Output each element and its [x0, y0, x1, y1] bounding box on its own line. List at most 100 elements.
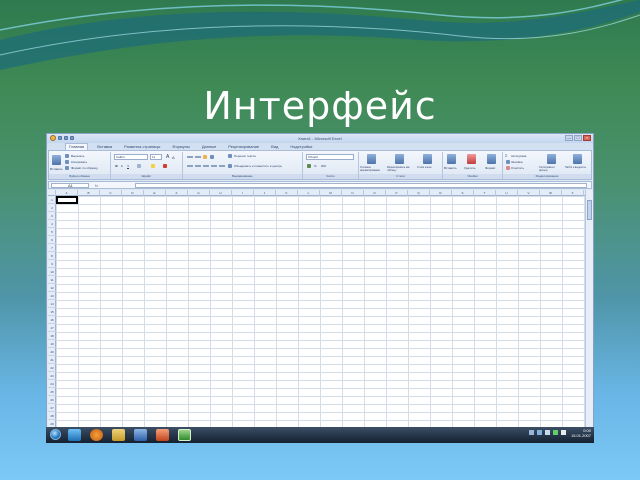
row-header[interactable]: 19 [48, 340, 56, 348]
network-icon[interactable] [537, 430, 542, 435]
cut-button[interactable]: Вырезать [71, 154, 84, 158]
explorer-icon[interactable] [112, 429, 125, 441]
row-header[interactable]: 5 [48, 228, 56, 236]
conditional-formatting-icon[interactable] [367, 154, 376, 164]
insert-cells-button[interactable]: Вставить [444, 166, 457, 170]
format-as-table-button[interactable]: Форматировать как таблицу [387, 166, 413, 172]
row-header[interactable]: 25 [48, 388, 56, 396]
autosum-button[interactable]: Автосумма [511, 154, 526, 158]
align-left-icon[interactable] [187, 165, 193, 167]
number-format-select[interactable]: Общий [306, 154, 354, 160]
row-header[interactable]: 16 [48, 316, 56, 324]
powerpoint-icon[interactable] [156, 429, 169, 441]
active-cell[interactable] [56, 196, 78, 204]
merge-center-button[interactable]: Объединить и поместить в центре [234, 164, 282, 168]
language-icon[interactable] [561, 430, 566, 435]
wrap-text-icon[interactable] [228, 154, 232, 158]
tab-review[interactable]: Рецензирование [225, 143, 262, 150]
percent-button[interactable]: % [314, 164, 317, 168]
maximize-button[interactable]: □ [574, 135, 582, 141]
increase-indent-icon[interactable] [219, 165, 225, 167]
decrease-indent-icon[interactable] [211, 165, 217, 167]
formula-input[interactable] [135, 183, 587, 188]
insert-cells-icon[interactable] [447, 154, 456, 164]
tab-page-layout[interactable]: Разметка страницы [121, 143, 163, 150]
row-header[interactable]: 14 [48, 300, 56, 308]
copy-button[interactable]: Копировать [71, 160, 87, 164]
fill-button[interactable]: Заливка [511, 160, 523, 164]
row-header[interactable]: 17 [48, 324, 56, 332]
tray-arrow-icon[interactable] [529, 430, 534, 435]
align-center-icon[interactable] [195, 165, 201, 167]
fill-icon[interactable] [506, 160, 510, 164]
font-name-select[interactable]: Calibri [114, 154, 148, 160]
paste-button[interactable]: Вставить [50, 167, 63, 171]
font-size-select[interactable]: 11 [150, 154, 162, 160]
volume-icon[interactable] [545, 430, 550, 435]
row-header[interactable]: 2 [48, 204, 56, 212]
taskbar-clock[interactable]: 0:00 15.01.2007 [571, 428, 591, 438]
align-middle-icon[interactable] [195, 156, 201, 158]
row-header[interactable]: 3 [48, 212, 56, 220]
delete-cells-button[interactable]: Удалить [464, 166, 475, 170]
sort-filter-button[interactable]: Сортировка и фильтр [539, 166, 563, 172]
row-header[interactable]: 27 [48, 404, 56, 412]
format-as-table-icon[interactable] [395, 154, 404, 164]
grow-font-icon[interactable]: A [166, 154, 169, 160]
fx-icon[interactable]: fx [95, 183, 105, 188]
row-header[interactable]: 10 [48, 268, 56, 276]
cell-area[interactable] [56, 196, 585, 429]
row-header[interactable]: 8 [48, 252, 56, 260]
shrink-font-icon[interactable]: A [172, 155, 175, 160]
row-header[interactable]: 18 [48, 332, 56, 340]
sort-filter-icon[interactable] [547, 154, 556, 164]
outlook-icon[interactable] [134, 429, 147, 441]
tab-addins[interactable]: Надстройки [287, 143, 315, 150]
row-header[interactable]: 6 [48, 236, 56, 244]
orientation-icon[interactable] [210, 155, 214, 159]
align-bottom-icon[interactable] [203, 155, 207, 159]
row-header[interactable]: 9 [48, 260, 56, 268]
ie-icon[interactable] [68, 429, 81, 441]
security-icon[interactable] [553, 430, 558, 435]
tab-formulas[interactable]: Формулы [169, 143, 192, 150]
clear-icon[interactable] [506, 166, 510, 170]
excel-icon[interactable] [178, 429, 191, 441]
cell-styles-button[interactable]: Стили ячеек [417, 166, 441, 169]
tab-insert[interactable]: Вставка [94, 143, 115, 150]
fill-color-icon[interactable] [151, 164, 155, 168]
media-player-icon[interactable] [90, 429, 103, 441]
row-header[interactable]: 23 [48, 372, 56, 380]
worksheet-grid[interactable]: ABCDEFGHIJKLMNOPQRSTUVWX 1 2 3 4 5 6 7 8 9 10 11 12… [48, 190, 585, 429]
merge-icon[interactable] [228, 164, 232, 168]
minimize-button[interactable]: — [565, 135, 573, 141]
autosum-icon[interactable]: Σ [505, 153, 507, 158]
italic-button[interactable]: К [121, 164, 123, 168]
wrap-text-button[interactable]: Перенос текста [234, 154, 256, 158]
row-header[interactable]: 28 [48, 412, 56, 420]
paste-icon[interactable] [52, 155, 61, 165]
row-header[interactable]: 1 [48, 196, 56, 204]
row-header[interactable]: 20 [48, 348, 56, 356]
align-top-icon[interactable] [187, 156, 193, 158]
format-painter-icon[interactable] [65, 166, 69, 170]
borders-icon[interactable] [137, 164, 141, 168]
row-header[interactable]: 13 [48, 292, 56, 300]
row-header[interactable]: 11 [48, 276, 56, 284]
row-header[interactable]: 7 [48, 244, 56, 252]
font-color-icon[interactable] [163, 164, 167, 168]
row-header[interactable]: 21 [48, 356, 56, 364]
thousands-button[interactable]: 000 [321, 164, 326, 168]
row-header[interactable]: 26 [48, 396, 56, 404]
tab-view[interactable]: Вид [268, 143, 281, 150]
format-cells-icon[interactable] [487, 154, 496, 164]
align-right-icon[interactable] [203, 165, 209, 167]
find-select-button[interactable]: Найти и выделить [565, 166, 589, 169]
vertical-scrollbar[interactable] [585, 190, 593, 429]
delete-cells-icon[interactable] [467, 154, 476, 164]
row-header[interactable]: 12 [48, 284, 56, 292]
cut-icon[interactable] [65, 154, 69, 158]
close-button[interactable]: × [583, 135, 591, 141]
cell-styles-icon[interactable] [423, 154, 432, 164]
vertical-scroll-thumb[interactable] [587, 200, 592, 220]
